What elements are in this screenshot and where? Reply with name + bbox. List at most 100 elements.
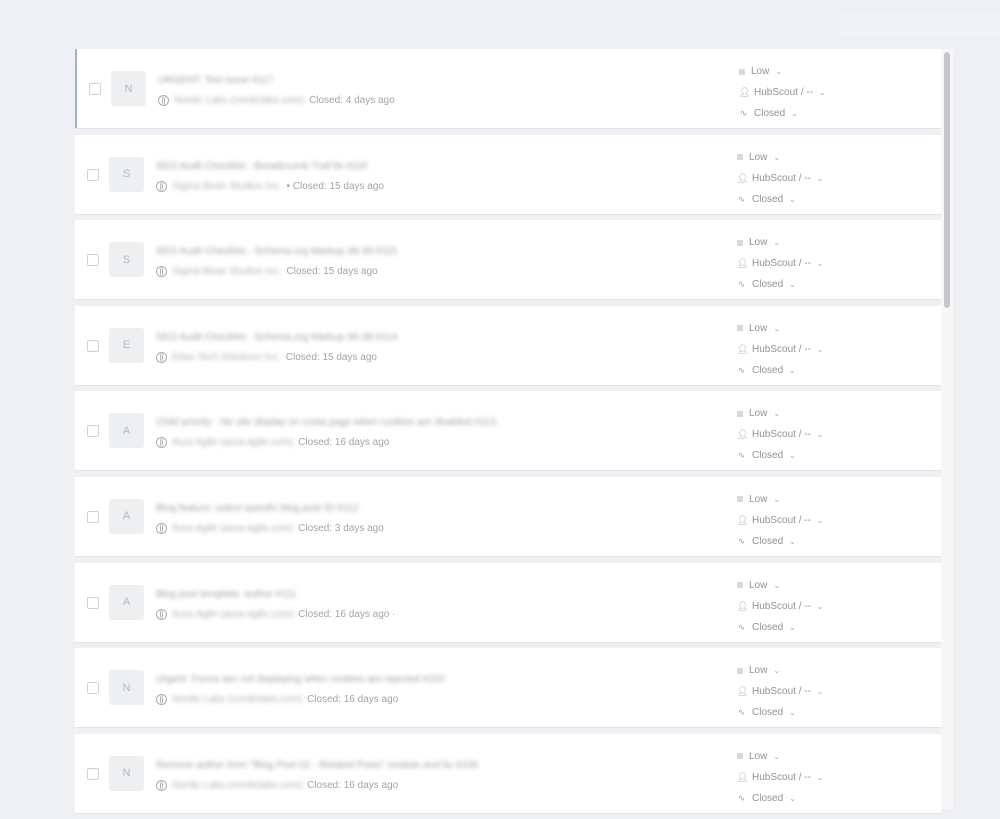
chevron-down-icon: ⌄ (773, 323, 781, 333)
select-checkbox[interactable] (87, 510, 99, 523)
status-value: Closed (752, 707, 784, 719)
ticket-title[interactable]: SEO Audit Checklist - Breadcrumb Trail f… (156, 161, 368, 172)
ticket-card[interactable]: A Blog feature: select specific blog pos… (75, 476, 941, 556)
priority-dropdown[interactable]: Low ⌄ (737, 318, 824, 339)
ticket-list: N URGENT: Test issue #117 Nordic Labs (n… (75, 49, 941, 819)
status-dropdown[interactable]: ∿ Closed ⌄ (737, 702, 824, 723)
priority-dropdown[interactable]: Low ⌄ (737, 232, 824, 253)
avatar: S (109, 242, 144, 278)
status-dropdown[interactable]: ∿ Closed ⌄ (737, 531, 824, 552)
ticket-card[interactable]: A Blog post template: author #111 Aura A… (75, 562, 941, 642)
priority-value: Low (749, 322, 768, 334)
chevron-down-icon: ⌄ (816, 687, 824, 697)
select-checkbox[interactable] (87, 767, 99, 780)
assignee-dropdown[interactable]: 👤︎ HubScout / -- ⌄ (737, 767, 824, 788)
priority-icon (737, 496, 743, 503)
select-checkbox[interactable] (87, 596, 99, 609)
status-dropdown[interactable]: ∿ Closed ⌄ (737, 189, 824, 210)
priority-icon (737, 325, 743, 332)
globe-icon (156, 180, 167, 192)
status-dropdown[interactable]: ∿ Closed ⌄ (737, 788, 824, 809)
ticket-card[interactable]: N Urgent: Forms are not displaying when … (75, 648, 941, 728)
priority-value: Low (749, 237, 768, 249)
ticket-card[interactable]: S SEO Audit Checklist - Schema.org Marku… (75, 220, 941, 300)
site-name: Sigma Bean Studios Inc. (172, 266, 282, 278)
ticket-properties: Low ⌄ 👤︎ HubScout / -- ⌄ ∿ Closed ⌄ (737, 147, 824, 210)
status-dropdown[interactable]: ∿ Closed ⌄ (737, 360, 824, 381)
assignee-value: HubScout / -- (752, 771, 811, 783)
ticket-meta: Sigma Bean Studios Inc. Closed: 15 days … (156, 266, 378, 278)
chevron-down-icon: ⌄ (791, 109, 798, 118)
status-value: Closed (752, 450, 784, 462)
ticket-card[interactable]: A Child priority - No site display on co… (75, 391, 941, 471)
assignee-dropdown[interactable]: 👤︎ HubScout / -- ⌄ (737, 681, 824, 702)
status-dropdown[interactable]: ∿ Closed ⌄ (739, 103, 826, 124)
ticket-properties: Low ⌄ 👤︎ HubScout / -- ⌄ ∿ Closed ⌄ (737, 575, 824, 638)
closed-time: Closed: 16 days ago (307, 779, 399, 791)
ticket-meta: Nordic Labs (nordiclabs.com) Closed: 4 d… (158, 95, 395, 106)
priority-icon (737, 410, 743, 417)
select-checkbox[interactable] (87, 339, 99, 352)
globe-icon (156, 266, 167, 278)
user-icon: 👤︎ (737, 771, 749, 782)
select-checkbox[interactable] (87, 425, 99, 438)
user-icon: 👤︎ (739, 87, 751, 97)
status-dropdown[interactable]: ∿ Closed ⌄ (737, 617, 824, 638)
globe-icon (156, 522, 167, 534)
status-value: Closed (754, 108, 786, 119)
ticket-title[interactable]: Urgent: Forms are not displaying when co… (156, 674, 444, 685)
site-name: Sigma Bean Studios Inc. (172, 180, 282, 192)
avatar: A (109, 498, 144, 534)
ticket-title[interactable]: Blog post template: author #111 (156, 589, 296, 600)
site-name: Nordic Labs (nordiclabs.com) (172, 694, 303, 706)
status-dropdown[interactable]: ∿ Closed ⌄ (737, 445, 824, 466)
assignee-dropdown[interactable]: 👤︎ HubScout / -- ⌄ (737, 168, 824, 189)
select-checkbox[interactable] (87, 254, 99, 267)
chevron-down-icon: ⌄ (773, 494, 781, 504)
ticket-properties: Low ⌄ 👤︎ HubScout / -- ⌄ ∿ Closed ⌄ (737, 318, 824, 381)
activity-icon: ∿ (739, 108, 748, 118)
status-value: Closed (752, 193, 784, 205)
ticket-meta: Aura Agile (aura-agile.com) Closed: 16 d… (156, 437, 389, 449)
assignee-dropdown[interactable]: 👤︎ HubScout / -- ⌄ (739, 82, 826, 103)
assignee-dropdown[interactable]: 👤︎ HubScout / -- ⌄ (737, 253, 824, 274)
priority-dropdown[interactable]: Low ⌄ (737, 147, 824, 168)
assignee-dropdown[interactable]: 👤︎ HubScout / -- ⌄ (737, 339, 824, 360)
priority-dropdown[interactable]: Low ⌄ (737, 746, 824, 767)
avatar: S (109, 156, 144, 192)
priority-dropdown[interactable]: Low ⌄ (737, 575, 824, 596)
scrollbar-thumb[interactable] (944, 52, 950, 308)
ticket-title[interactable]: SEO Audit Checklist - Schema.org Markup … (156, 246, 397, 257)
top-search-field[interactable] (840, 14, 1000, 38)
select-checkbox[interactable] (87, 682, 99, 695)
priority-dropdown[interactable]: Low ⌄ (737, 403, 824, 424)
priority-dropdown[interactable]: Low ⌄ (737, 489, 824, 510)
status-dropdown[interactable]: ∿ Closed ⌄ (737, 274, 824, 295)
assignee-value: HubScout / -- (754, 87, 813, 98)
priority-dropdown[interactable]: Low ⌄ (739, 61, 826, 82)
ticket-card[interactable]: S SEO Audit Checklist - Breadcrumb Trail… (75, 134, 941, 214)
assignee-dropdown[interactable]: 👤︎ HubScout / -- ⌄ (737, 596, 824, 617)
ticket-properties: Low ⌄ 👤︎ HubScout / -- ⌄ ∿ Closed ⌄ (737, 403, 824, 466)
ticket-title[interactable]: Remove author from "Blog Post 02 - Relat… (156, 760, 478, 771)
ticket-title[interactable]: SEO Audit Checklist - Schema.org Markup … (156, 332, 397, 343)
ticket-title[interactable]: Blog feature: select specific blog post … (156, 503, 358, 514)
assignee-dropdown[interactable]: 👤︎ HubScout / -- ⌄ (737, 424, 824, 445)
site-name: Aura Agile (aura-agile.com) (172, 522, 294, 534)
assignee-dropdown[interactable]: 👤︎ HubScout / -- ⌄ (737, 510, 824, 531)
priority-dropdown[interactable]: Low ⌄ (737, 660, 824, 681)
assignee-value: HubScout / -- (752, 258, 811, 270)
globe-icon (156, 779, 167, 791)
ticket-title[interactable]: URGENT: Test issue #117 (158, 75, 273, 86)
ticket-title[interactable]: Child priority - No site display on cost… (156, 417, 496, 428)
ticket-card[interactable]: N URGENT: Test issue #117 Nordic Labs (n… (75, 49, 941, 128)
assignee-value: HubScout / -- (752, 343, 811, 355)
select-checkbox[interactable] (87, 168, 99, 181)
ticket-card[interactable]: N Remove author from "Blog Post 02 - Rel… (75, 733, 941, 813)
chevron-down-icon: ⌄ (773, 751, 781, 761)
ticket-properties: Low ⌄ 👤︎ HubScout / -- ⌄ ∿ Closed ⌄ (739, 61, 826, 124)
ticket-card[interactable]: E SEO Audit Checklist - Schema.org Marku… (75, 305, 941, 385)
select-checkbox[interactable] (89, 83, 101, 95)
activity-icon: ∿ (737, 792, 746, 803)
chevron-down-icon: ⌄ (816, 601, 824, 611)
